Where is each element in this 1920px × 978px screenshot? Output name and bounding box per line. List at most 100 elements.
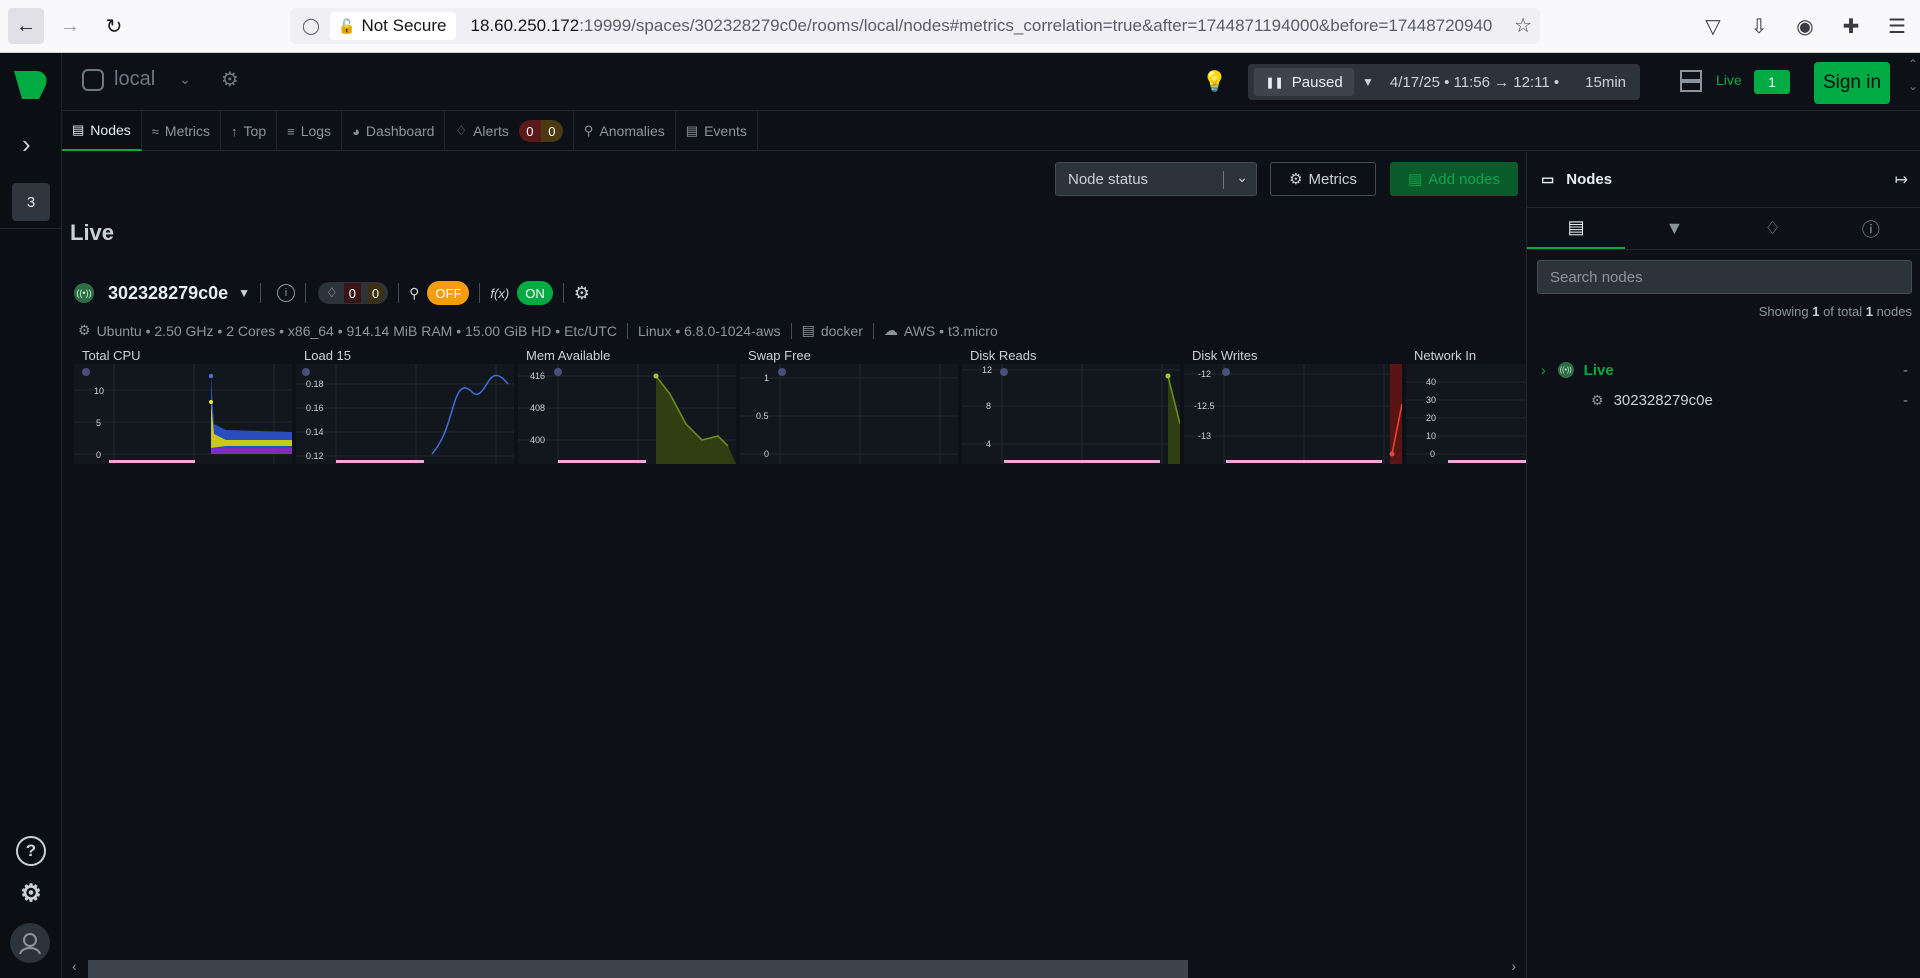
scroll-left-icon[interactable]: ‹ [72, 958, 77, 974]
tab-alerts[interactable]: ♢ Alerts 00 [445, 111, 574, 151]
time-controls[interactable]: ❚❚ Paused ▼ 4/17/25 • 11:56 → 12:11 • 15… [1248, 64, 1640, 100]
chart-area[interactable]: 10 5 0 [74, 364, 292, 464]
live-count-badge[interactable]: 1 [1754, 70, 1790, 94]
main-tabs: ▤ Nodes ≈ Metrics ↑ Top ≡ Logs ◕ Dashboard ♢ A… [62, 111, 1920, 151]
chart-swap-free[interactable]: Swap Free 1 0.5 0 [740, 348, 958, 468]
room-settings-icon[interactable]: ⚙ [221, 67, 239, 92]
collapse-panel-icon[interactable]: ↦ [1895, 170, 1908, 190]
horizontal-scrollbar[interactable]: ‹ › [62, 956, 1526, 978]
url-bar[interactable]: ◯ 🔓 Not Secure 18.60.250.172:19999/space… [290, 8, 1540, 44]
search-nodes-field[interactable] [1537, 260, 1912, 294]
tab-alerts-panel[interactable]: ♢ [1724, 208, 1822, 249]
chart-area[interactable]: 416 408 400 [518, 364, 736, 464]
chevron-right-icon[interactable]: › [1541, 362, 1546, 378]
chart-total-cpu[interactable]: Total CPU 10 5 0 [74, 348, 292, 468]
not-secure-label: Not Secure [361, 16, 447, 35]
shield-icon[interactable]: ◯ [296, 16, 326, 36]
forward-icon[interactable]: → [52, 8, 88, 44]
caret-down-icon[interactable]: ▼ [238, 286, 250, 300]
back-icon[interactable]: ← [8, 8, 44, 44]
play-state-label: Paused [1291, 73, 1343, 91]
chevron-down-icon[interactable]: ⌄ [179, 71, 191, 88]
tree-group-live[interactable]: › ((•)) Live - [1527, 355, 1920, 385]
tab-node-list[interactable]: ▤ [1527, 208, 1626, 249]
duration-label[interactable]: 15min [1585, 74, 1626, 91]
chart-area[interactable]: 0.18 0.16 0.14 0.12 [296, 364, 514, 464]
tick-label: 0.12 [306, 451, 324, 461]
divider [398, 283, 400, 303]
time-range-label[interactable]: 4/17/25 • 11:56 → 12:11 • [1390, 74, 1559, 91]
tab-filters[interactable]: ▼ [1625, 208, 1723, 249]
avatar[interactable] [10, 923, 50, 963]
tick-label: 0 [1430, 449, 1435, 459]
user-icon [19, 933, 41, 955]
add-nodes-button[interactable]: ▤ Add nodes [1390, 162, 1518, 196]
help-icon[interactable]: ? [16, 836, 46, 866]
tick-label: 10 [1426, 431, 1436, 441]
ml-toggle[interactable]: OFF [427, 281, 470, 305]
settings-icon[interactable]: ⚙ [16, 878, 46, 908]
space-badge[interactable]: 3 [12, 183, 50, 221]
tree-node-item[interactable]: ⚙ 302328279c0e - [1527, 385, 1920, 415]
download-icon[interactable]: ⇩ [1736, 14, 1782, 39]
swap-free-plot: 1 0.5 0 [740, 364, 958, 464]
tick-label: 10 [94, 386, 104, 396]
scrollbar-thumb[interactable] [88, 960, 1188, 978]
tick-label: -13 [1198, 431, 1211, 441]
bookmark-star-icon[interactable]: ☆ [1514, 13, 1532, 38]
pocket-icon[interactable]: ▽ [1690, 14, 1736, 39]
account-icon[interactable]: ◉ [1782, 14, 1828, 39]
node-name[interactable]: 302328279c0e [108, 283, 228, 304]
functions-toggle[interactable]: ON [517, 281, 553, 305]
node-status-select[interactable]: Node status ⌄ [1055, 162, 1257, 196]
lightbulb-icon[interactable]: 💡 [1202, 69, 1227, 94]
node-settings-icon[interactable]: ⚙ [574, 283, 590, 304]
menu-icon[interactable]: ☰ [1874, 14, 1920, 39]
chart-area[interactable]: 1 0.5 0 [740, 364, 958, 464]
chart-disk-writes[interactable]: Disk Writes -12 -12.5 -13 [1184, 348, 1402, 468]
reload-icon[interactable]: ↻ [96, 8, 132, 44]
search-nodes-input[interactable] [1538, 261, 1911, 293]
server-icon[interactable] [1680, 69, 1702, 93]
page-scroll-arrows[interactable]: ⌃ ⌄ [1906, 53, 1920, 97]
anomaly-icon [778, 368, 786, 376]
sign-in-button[interactable]: Sign in [1814, 62, 1890, 104]
tab-dashboard[interactable]: ◕ Dashboard [342, 111, 446, 151]
chart-area[interactable]: 12 8 4 [962, 364, 1180, 464]
node-alerts-badge[interactable]: ♢ 0 0 [318, 282, 389, 304]
tab-top[interactable]: ↑ Top [221, 111, 278, 151]
url-text[interactable]: 18.60.250.172:19999/spaces/302328279c0e/… [470, 16, 1510, 36]
room-icon [82, 68, 104, 91]
tab-metrics[interactable]: ≈ Metrics [142, 111, 222, 151]
anomaly-icon [82, 368, 90, 376]
tab-nodes[interactable]: ▤ Nodes [62, 111, 142, 151]
room-selector[interactable]: local ⌄ ⚙ [82, 67, 239, 92]
room-name: local [114, 68, 156, 90]
chart-load15[interactable]: Load 15 0.18 0.16 0.14 0.12 [296, 348, 514, 468]
extensions-icon[interactable]: ✚ [1828, 14, 1874, 39]
tab-anomalies[interactable]: ⚲ Anomalies [574, 111, 676, 151]
os-icon: ⚙ [78, 322, 91, 338]
divider [305, 283, 307, 303]
scroll-right-icon[interactable]: › [1511, 958, 1516, 974]
tick-label: 0.14 [306, 427, 324, 437]
node-status-icon: ((•)) [1557, 362, 1574, 378]
tab-info[interactable]: ⓘ [1822, 208, 1920, 249]
play-pause-button[interactable]: ❚❚ Paused [1254, 68, 1354, 96]
expand-sidebar-icon[interactable]: › [22, 129, 31, 160]
tick-label: 8 [986, 401, 991, 411]
tab-logs[interactable]: ≡ Logs [277, 111, 343, 151]
info-icon[interactable]: i [277, 284, 296, 302]
chart-network-in[interactable]: Network In 40 30 20 10 0 [1406, 348, 1526, 468]
chart-area[interactable]: -12 -12.5 -13 [1184, 364, 1402, 464]
chevron-down-icon[interactable]: ▼ [1362, 75, 1374, 89]
chart-mem-available[interactable]: Mem Available 416 408 400 [518, 348, 736, 468]
not-secure-indicator[interactable]: 🔓 Not Secure [330, 12, 457, 40]
info-icon: ⓘ [1861, 219, 1880, 240]
metrics-button[interactable]: ⚙ Metrics [1270, 162, 1376, 196]
divider [562, 283, 564, 303]
chart-area[interactable]: 40 30 20 10 0 [1406, 364, 1526, 464]
chart-disk-reads[interactable]: Disk Reads 12 8 4 [962, 348, 1180, 468]
tab-events[interactable]: ▤ Events [676, 111, 758, 151]
netdata-logo[interactable] [12, 69, 50, 101]
